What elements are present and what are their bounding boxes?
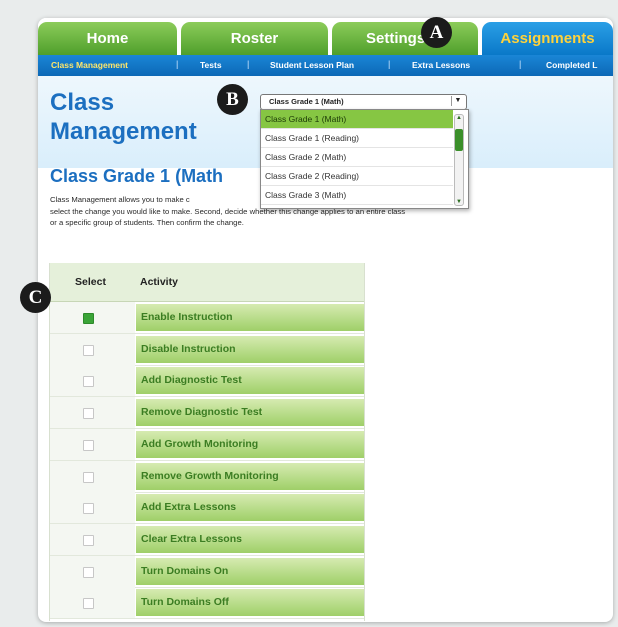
activity-button[interactable]: Clear Extra Lessons bbox=[136, 525, 364, 553]
tab-assignments-label: Assignments bbox=[500, 30, 595, 47]
tab-roster-label: Roster bbox=[230, 30, 279, 47]
select-checkbox[interactable] bbox=[83, 534, 94, 546]
activity-button[interactable]: Add Growth Monitoring bbox=[136, 430, 364, 458]
subnav-extra-lessons[interactable]: Extra Lessons bbox=[412, 60, 470, 70]
table-row: Clear Extra Lessons bbox=[50, 523, 364, 556]
description-line: or a specific group of students. Then co… bbox=[50, 218, 244, 227]
dropdown-option[interactable]: Class Grade 1 (Reading) bbox=[261, 129, 453, 148]
select-checkbox[interactable] bbox=[83, 598, 94, 610]
select-checkbox[interactable] bbox=[83, 566, 94, 578]
activity-button[interactable]: Enable Instruction bbox=[136, 304, 364, 331]
select-cell bbox=[50, 555, 135, 587]
sub-navigation: Class Management | Tests | Student Lesso… bbox=[38, 55, 613, 76]
class-select[interactable]: Class Grade 1 (Math) ▼ bbox=[260, 94, 467, 110]
dropdown-option[interactable]: Class Grade 1 (Math) bbox=[261, 110, 453, 129]
subnav-separator: | bbox=[388, 59, 391, 69]
table-row: Turn Domains On bbox=[50, 555, 364, 588]
select-checkbox[interactable] bbox=[83, 313, 94, 324]
select-cell bbox=[50, 333, 135, 365]
tab-roster[interactable]: Roster bbox=[181, 22, 328, 55]
tab-settings-label: Settings bbox=[366, 30, 426, 47]
class-heading: Class Grade 1 (Math bbox=[50, 166, 224, 186]
tab-home-label: Home bbox=[86, 30, 129, 47]
subnav-student-lesson-plan[interactable]: Student Lesson Plan bbox=[270, 60, 354, 70]
table-row: Remove Growth Monitoring bbox=[50, 460, 364, 493]
select-checkbox[interactable] bbox=[83, 408, 94, 420]
table-row: Add Growth Monitoring bbox=[50, 428, 364, 461]
scroll-down-icon[interactable]: ▼ bbox=[455, 199, 463, 205]
subnav-separator: | bbox=[176, 59, 179, 69]
select-cell bbox=[50, 397, 135, 429]
page-title-line-1: Class bbox=[50, 89, 115, 116]
activity-button[interactable]: Add Diagnostic Test bbox=[136, 367, 364, 395]
chevron-down-icon[interactable]: ▼ bbox=[451, 96, 464, 106]
subnav-separator: | bbox=[247, 59, 250, 69]
column-header-select: Select bbox=[75, 276, 106, 288]
activity-button[interactable]: Remove Growth Monitoring bbox=[136, 462, 364, 490]
page-title-line-2: Management bbox=[50, 118, 197, 145]
activity-button[interactable]: Turn Domains On bbox=[136, 557, 364, 585]
select-cell bbox=[50, 428, 135, 460]
dropdown-option[interactable]: Class Grade 2 (Reading) bbox=[261, 167, 453, 186]
select-checkbox[interactable] bbox=[83, 439, 94, 451]
activity-button[interactable]: Add Extra Lessons bbox=[136, 494, 364, 522]
activity-button[interactable]: Disable Instruction bbox=[136, 335, 364, 363]
select-checkbox[interactable] bbox=[83, 376, 94, 388]
select-checkbox[interactable] bbox=[83, 344, 94, 356]
select-cell bbox=[50, 492, 135, 524]
callout-a-badge: A bbox=[421, 17, 452, 48]
select-checkbox[interactable] bbox=[83, 471, 94, 483]
select-cell bbox=[50, 523, 135, 555]
scrollbar-thumb[interactable] bbox=[455, 129, 463, 151]
table-row: Turn Domains Off bbox=[50, 587, 364, 620]
select-cell bbox=[50, 302, 135, 333]
dropdown-option[interactable]: Class Grade 2 (Math) bbox=[261, 148, 453, 167]
callout-b-badge: B bbox=[217, 84, 248, 115]
activity-button[interactable]: Remove Diagnostic Test bbox=[136, 399, 364, 427]
activity-button[interactable]: Turn Domains Off bbox=[136, 589, 364, 617]
subnav-completed-lessons[interactable]: Completed L bbox=[546, 60, 597, 70]
app-window: Home Roster Settings Assignments Class M… bbox=[38, 18, 613, 622]
page-title: Class Management bbox=[50, 88, 220, 146]
table-row: Enable Instruction bbox=[50, 302, 364, 334]
scroll-up-icon[interactable]: ▲ bbox=[455, 115, 463, 121]
dropdown-scrollbar[interactable]: ▲ ▼ bbox=[454, 114, 464, 206]
table-row: Add Diagnostic Test bbox=[50, 365, 364, 398]
column-header-activity: Activity bbox=[140, 276, 178, 288]
dropdown-option[interactable]: Class Grade 3 (Math) bbox=[261, 186, 453, 205]
select-cell bbox=[50, 460, 135, 492]
table-row: Add Extra Lessons bbox=[50, 492, 364, 525]
tab-home[interactable]: Home bbox=[38, 22, 177, 55]
select-cell bbox=[50, 587, 135, 619]
activity-table: Select Activity Enable Instruction Disabl… bbox=[49, 263, 365, 621]
select-checkbox[interactable] bbox=[83, 503, 94, 515]
table-row: Disable Instruction bbox=[50, 333, 364, 366]
main-tab-bar: Home Roster Settings Assignments bbox=[38, 18, 613, 55]
tab-assignments[interactable]: Assignments bbox=[482, 22, 613, 55]
class-select-dropdown: Class Grade 1 (Math) Class Grade 1 (Read… bbox=[260, 109, 469, 209]
class-select-value: Class Grade 1 (Math) bbox=[269, 97, 344, 106]
table-row: Remove Diagnostic Test bbox=[50, 397, 364, 430]
callout-c-badge: C bbox=[20, 282, 51, 313]
subnav-class-management[interactable]: Class Management bbox=[51, 60, 128, 70]
subnav-tests[interactable]: Tests bbox=[200, 60, 222, 70]
subnav-separator: | bbox=[519, 59, 522, 69]
select-cell bbox=[50, 365, 135, 397]
table-header: Select Activity bbox=[50, 263, 364, 302]
tab-settings[interactable]: Settings bbox=[332, 22, 478, 55]
